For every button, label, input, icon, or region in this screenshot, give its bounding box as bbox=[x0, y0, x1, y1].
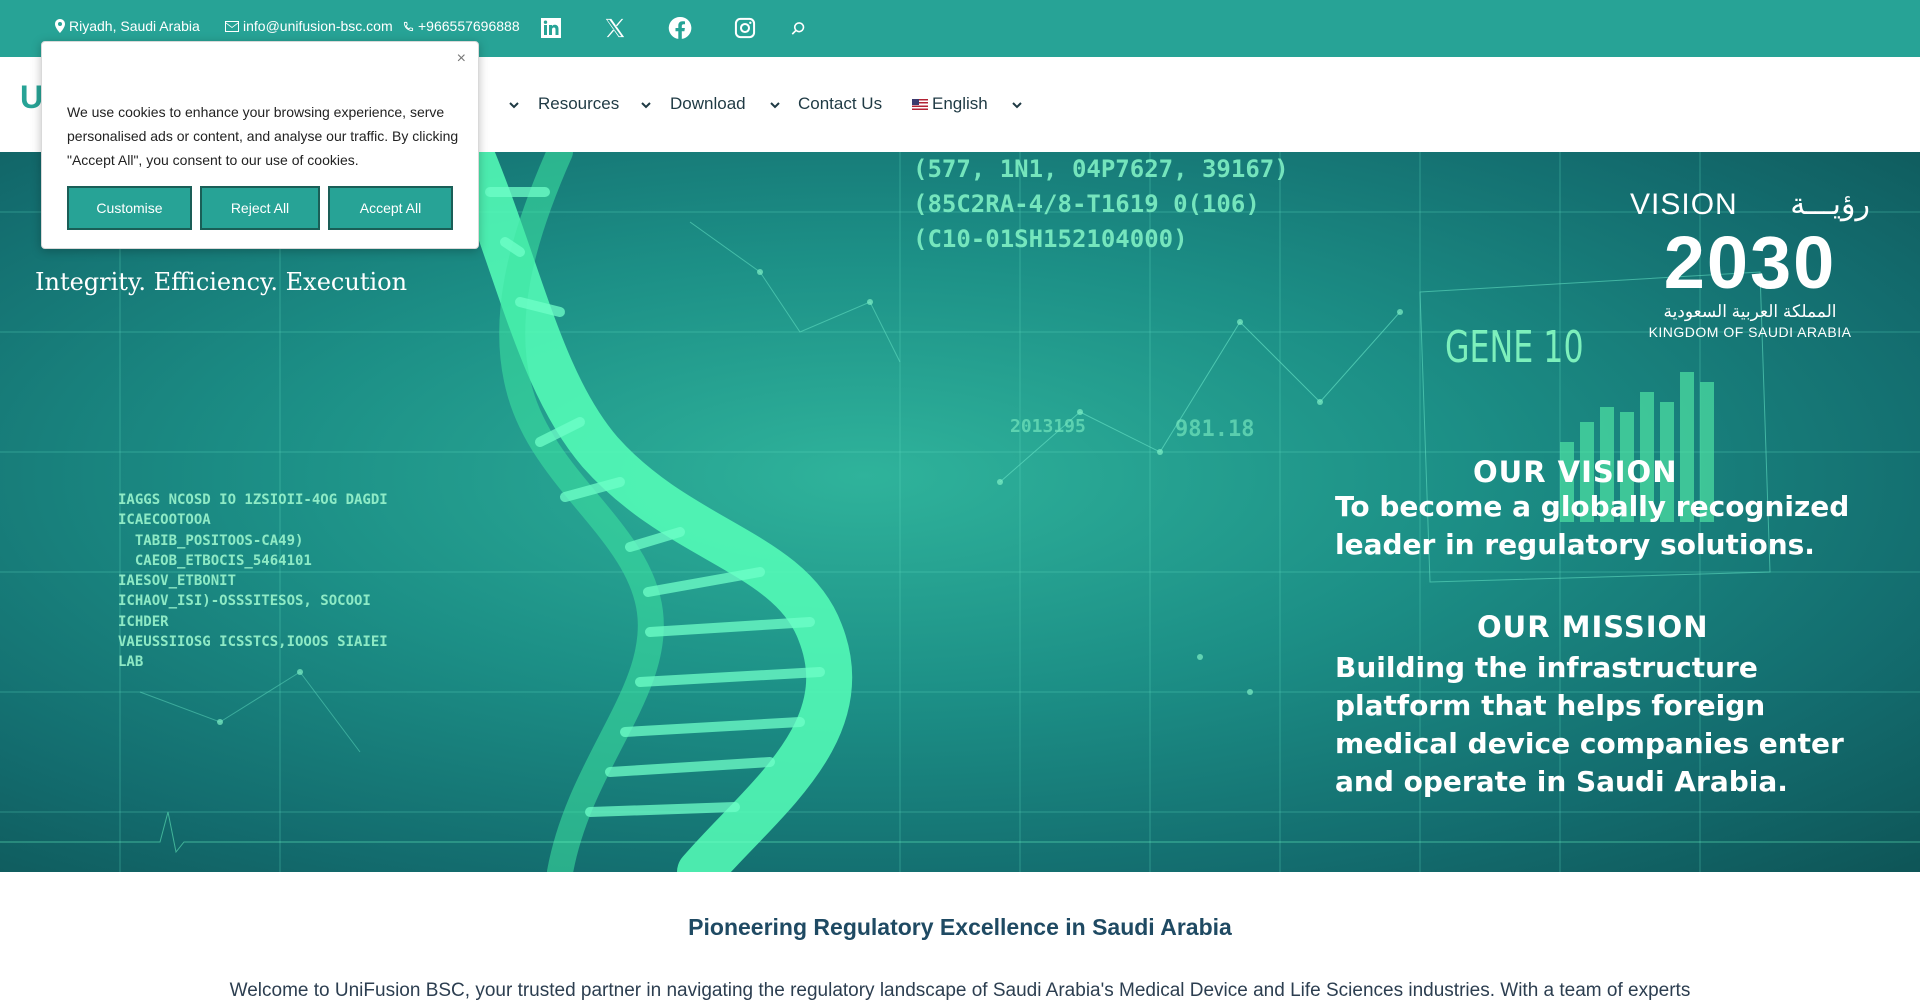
hero-tagline: Integrity. Efficiency. Execution bbox=[35, 268, 408, 296]
accept-all-button[interactable]: Accept All bbox=[328, 186, 453, 230]
nav-item-contact[interactable]: Contact Us bbox=[798, 94, 882, 114]
mission-text: Building the infrastructure platform tha… bbox=[1335, 651, 1844, 798]
chevron-down-icon[interactable] bbox=[1010, 98, 1024, 112]
facebook-link[interactable] bbox=[667, 15, 693, 41]
language-label: English bbox=[932, 94, 988, 113]
section-title: Pioneering Regulatory Excellence in Saud… bbox=[688, 914, 1232, 940]
facebook-icon bbox=[668, 16, 692, 39]
location-text: Riyadh, Saudi Arabia bbox=[69, 18, 200, 34]
email-info[interactable]: info@unifusion-bsc.com bbox=[225, 18, 393, 34]
vision-word: VISION bbox=[1630, 187, 1738, 221]
instagram-icon bbox=[734, 17, 756, 39]
section-subtitle: Welcome to UniFusion BSC, your trusted p… bbox=[229, 980, 1691, 1001]
vision-arabic-word: رؤيـــة bbox=[1790, 188, 1870, 221]
data-readout-1: 2013195 bbox=[1010, 416, 1086, 437]
chevron-down-icon[interactable] bbox=[768, 98, 782, 112]
search-icon bbox=[791, 21, 804, 35]
vision-2030-logo: VISION رؤيـــة 2030 المملكة العربية السع… bbox=[1630, 187, 1870, 341]
envelope-icon bbox=[225, 20, 239, 32]
mission-heading: OUR MISSION bbox=[1477, 610, 1709, 644]
phone-info[interactable]: +966557696888 bbox=[403, 18, 520, 34]
location-info: Riyadh, Saudi Arabia bbox=[55, 18, 200, 34]
vision-text: To become a globally recognized leader i… bbox=[1335, 490, 1850, 561]
reject-all-button[interactable]: Reject All bbox=[200, 186, 320, 230]
code-overlay-left: IAGGS NCOSD IO 1ZSIOII-4OG DAGDI ICAECOO… bbox=[118, 492, 388, 671]
chevron-down-icon[interactable] bbox=[507, 98, 521, 112]
close-icon[interactable]: × bbox=[457, 50, 466, 68]
hero-banner: (577, 1N1, 04P7627, 39167) (85C2RA-4/8-T… bbox=[0, 152, 1920, 872]
nav-item-resources[interactable]: Resources bbox=[538, 94, 619, 114]
cookie-message: We use cookies to enhance your browsing … bbox=[67, 104, 459, 168]
data-readout-2: 981.18 bbox=[1175, 417, 1255, 442]
vision-year: 2030 bbox=[1663, 221, 1837, 304]
email-text: info@unifusion-bsc.com bbox=[243, 18, 393, 34]
gene-label: GENE 10 bbox=[1445, 322, 1584, 373]
site-logo[interactable]: U bbox=[20, 79, 43, 116]
customise-button[interactable]: Customise bbox=[67, 186, 192, 230]
vision-arabic-kingdom: المملكة العربية السعودية bbox=[1663, 302, 1837, 321]
search-button[interactable] bbox=[785, 15, 811, 41]
x-icon bbox=[605, 18, 625, 38]
phone-icon bbox=[403, 21, 414, 31]
x-link[interactable] bbox=[602, 15, 628, 41]
cookie-consent-dialog: × We use cookies to enhance your browsin… bbox=[41, 41, 479, 249]
chevron-down-icon[interactable] bbox=[639, 98, 653, 112]
vision-heading: OUR VISION bbox=[1473, 455, 1678, 489]
nav-item-download[interactable]: Download bbox=[670, 94, 746, 114]
vision-kingdom: KINGDOM OF SAUDI ARABIA bbox=[1648, 324, 1852, 340]
phone-text: +966557696888 bbox=[418, 18, 520, 34]
code-overlay-top: (577, 1N1, 04P7627, 39167) (85C2RA-4/8-T… bbox=[913, 155, 1289, 253]
language-selector[interactable]: English bbox=[912, 94, 988, 114]
map-pin-icon bbox=[55, 19, 65, 33]
linkedin-icon bbox=[541, 18, 561, 38]
us-flag-icon bbox=[912, 98, 928, 110]
linkedin-link[interactable] bbox=[538, 15, 564, 41]
instagram-link[interactable] bbox=[732, 15, 758, 41]
